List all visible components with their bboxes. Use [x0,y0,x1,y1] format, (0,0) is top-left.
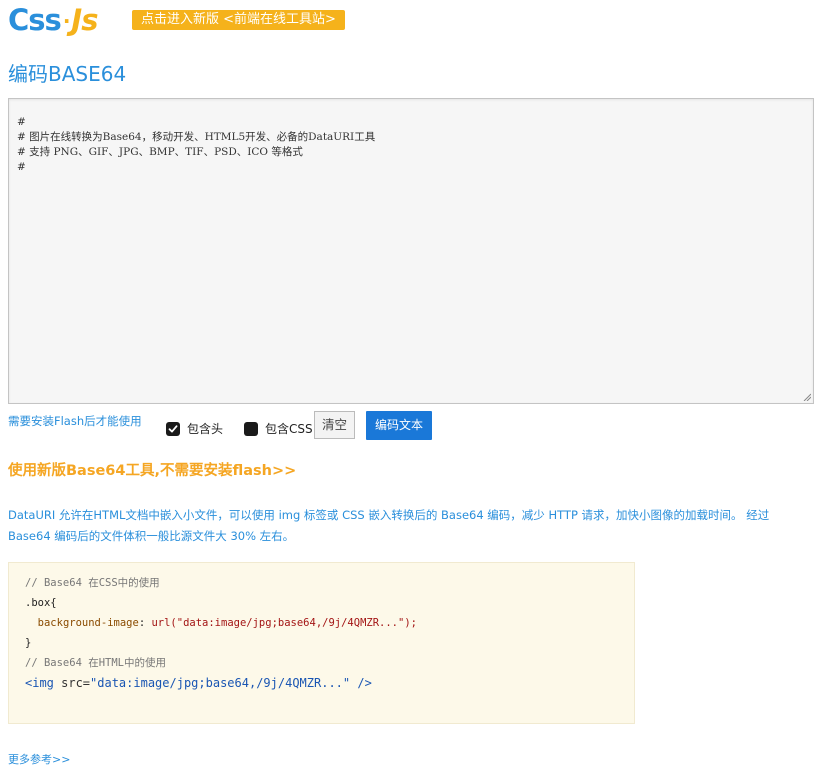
code-img-value: "data:image/jpg;base64,/9j/4QMZR..." [90,676,351,690]
code-selector: .box{ [25,597,57,609]
checkbox-checked-icon [166,421,180,436]
code-img-attr: src= [53,676,91,690]
logo-js-text: Js [71,3,98,37]
code-comment-css: // Base64 在CSS中的使用 [25,577,160,589]
include-header-label: 包含头 [187,422,224,436]
code-property: background-image [37,617,139,629]
datauri-description: DataURI 允许在HTML文档中嵌入小文件，可以使用 img 标签或 CSS… [8,508,770,543]
page-title: 编码BASE64 [8,62,127,86]
editor-line: # 支持 PNG、GIF、JPG、BMP、TIF、PSD、ICO 等格式 [17,146,303,158]
logo[interactable]: Css · Js [8,3,98,37]
logo-dot: · [62,9,71,33]
resize-grip-icon[interactable] [803,393,811,401]
include-css-checkbox[interactable]: 包含CSS [244,420,313,437]
code-img-open: <img [25,676,54,690]
code-comment-html: // Base64 在HTML中的使用 [25,657,167,669]
editor-line: # [17,161,26,173]
editor-line: # [17,116,26,128]
code-img-close: /> [350,676,372,690]
clear-button[interactable]: 清空 [314,411,355,439]
base64-textarea[interactable]: # # 图片在线转换为Base64，移动开发、HTML5开发、必备的DataUR… [8,98,814,404]
encode-text-button[interactable]: 编码文本 [366,411,432,440]
include-header-checkbox[interactable]: 包含头 [166,420,223,437]
checkbox-unchecked-icon [244,421,258,436]
new-version-promo-link[interactable]: 点击进入新版 <前端在线工具站> [132,10,345,30]
code-example: // Base64 在CSS中的使用 .box{ background-imag… [8,562,635,724]
code-colon: : [138,617,152,629]
editor-line: # 图片在线转换为Base64，移动开发、HTML5开发、必备的DataURI工… [17,131,376,143]
more-reference-link[interactable]: 更多参考>> [8,751,70,767]
include-css-label: 包含CSS [265,422,313,436]
logo-css-text: Css [8,3,62,37]
code-img-tag: <img src="data:image/jpg;base64,/9j/4QMZ… [25,673,634,693]
code-value: url("data:image/jpg;base64,/9j/4QMZR..."… [151,617,417,629]
code-close-brace: } [25,637,32,649]
flash-required-link[interactable]: 需要安装Flash后才能使用 [8,413,142,429]
code-declaration: background-image: url("data:image/jpg;ba… [25,613,634,633]
new-base64-tool-link[interactable]: 使用新版Base64工具,不需要安装flash>> [8,459,296,480]
